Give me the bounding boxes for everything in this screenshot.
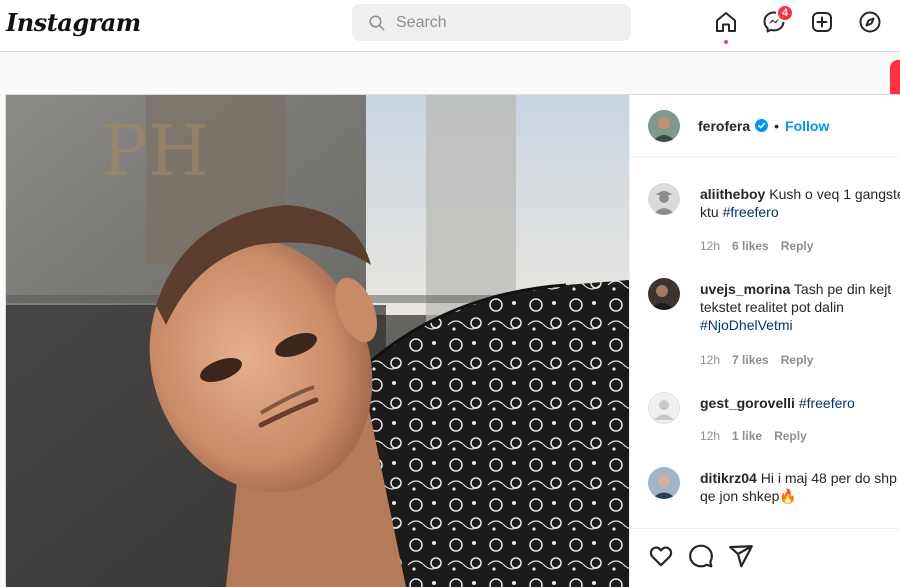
comment-content: Kush o veq 1 gangster: [769, 186, 900, 202]
post-photo[interactable]: PH: [6, 95, 629, 587]
comment-content-line2: qe jon shkep🔥: [700, 488, 797, 504]
comment-icon[interactable]: [688, 543, 714, 569]
comment-meta: 12h 6 likes Reply: [700, 239, 825, 253]
search-input[interactable]: [396, 13, 596, 32]
svg-text:PH: PH: [101, 110, 209, 192]
author-username[interactable]: ferofera: [698, 118, 750, 134]
verified-badge-icon: [755, 119, 769, 132]
home-icon: [716, 12, 736, 32]
commenter-avatar[interactable]: [648, 278, 680, 310]
comment-username[interactable]: ditikrz04: [700, 470, 757, 486]
comment-reply-button[interactable]: Reply: [781, 353, 814, 367]
comment-username[interactable]: uvejs_morina: [700, 281, 790, 297]
post-modal: PH ferofera • Follow aliitheboy Kush o v…: [5, 94, 900, 587]
comment-time: 12h: [700, 353, 721, 367]
post-sidebar: ferofera • Follow aliitheboy Kush o veq …: [629, 95, 900, 587]
comment-likes[interactable]: 7 likes: [732, 353, 769, 367]
comment-hashtag[interactable]: #NjoDhelVetmi: [700, 317, 793, 333]
instagram-logo[interactable]: Instagram: [6, 8, 141, 37]
comment-time: 12h: [700, 239, 721, 253]
header-separator: •: [774, 117, 780, 134]
messages-badge: 4: [776, 4, 794, 22]
new-post-icon: [812, 12, 832, 32]
messages-button[interactable]: 4: [760, 4, 794, 36]
post-actions-bar: [630, 528, 900, 587]
comment-reply-button[interactable]: Reply: [781, 239, 814, 253]
heart-icon[interactable]: [648, 543, 674, 569]
comment-meta: 12h 1 like Reply: [700, 429, 819, 443]
author-avatar[interactable]: [648, 109, 680, 142]
comment-text: gest_gorovelli #freefero: [700, 394, 900, 412]
comment-hashtag[interactable]: #freefero: [799, 395, 855, 411]
share-icon[interactable]: [728, 543, 754, 569]
commenter-avatar[interactable]: [648, 392, 680, 424]
comment-likes[interactable]: 6 likes: [732, 239, 769, 253]
comment-hashtag[interactable]: #freefero: [723, 204, 779, 220]
comment-text: aliitheboy Kush o veq 1 gangster ktu #fr…: [700, 185, 900, 221]
comment-content: Hi i maj 48 per do shp: [760, 470, 897, 486]
comment-likes[interactable]: 1 like: [732, 429, 762, 443]
comment-text: uvejs_morina Tash pe din kejt tekstet re…: [700, 280, 900, 334]
explore-icon: [859, 11, 881, 33]
comment-time: 12h: [700, 429, 721, 443]
search-icon: [369, 15, 385, 30]
comment-content-line2: ktu: [700, 204, 723, 220]
search-box[interactable]: [352, 4, 631, 41]
comment-meta: 12h 7 likes Reply: [700, 353, 825, 367]
explore-button[interactable]: [856, 8, 884, 36]
comment-reply-button[interactable]: Reply: [774, 429, 807, 443]
selfie-photo-image: PH: [6, 95, 629, 587]
new-post-button[interactable]: [808, 8, 836, 36]
home-button[interactable]: [712, 8, 740, 44]
comment-username[interactable]: gest_gorovelli: [700, 395, 795, 411]
home-active-dot: [724, 40, 728, 44]
top-navigation-bar: Instagram 4: [0, 0, 900, 52]
commenter-avatar[interactable]: [648, 183, 680, 215]
follow-button[interactable]: Follow: [785, 118, 829, 134]
post-header: ferofera • Follow: [630, 95, 900, 157]
commenter-avatar[interactable]: [648, 467, 680, 499]
comment-username[interactable]: aliitheboy: [700, 186, 765, 202]
comment-text: ditikrz04 Hi i maj 48 per do shp qe jon …: [700, 469, 900, 505]
